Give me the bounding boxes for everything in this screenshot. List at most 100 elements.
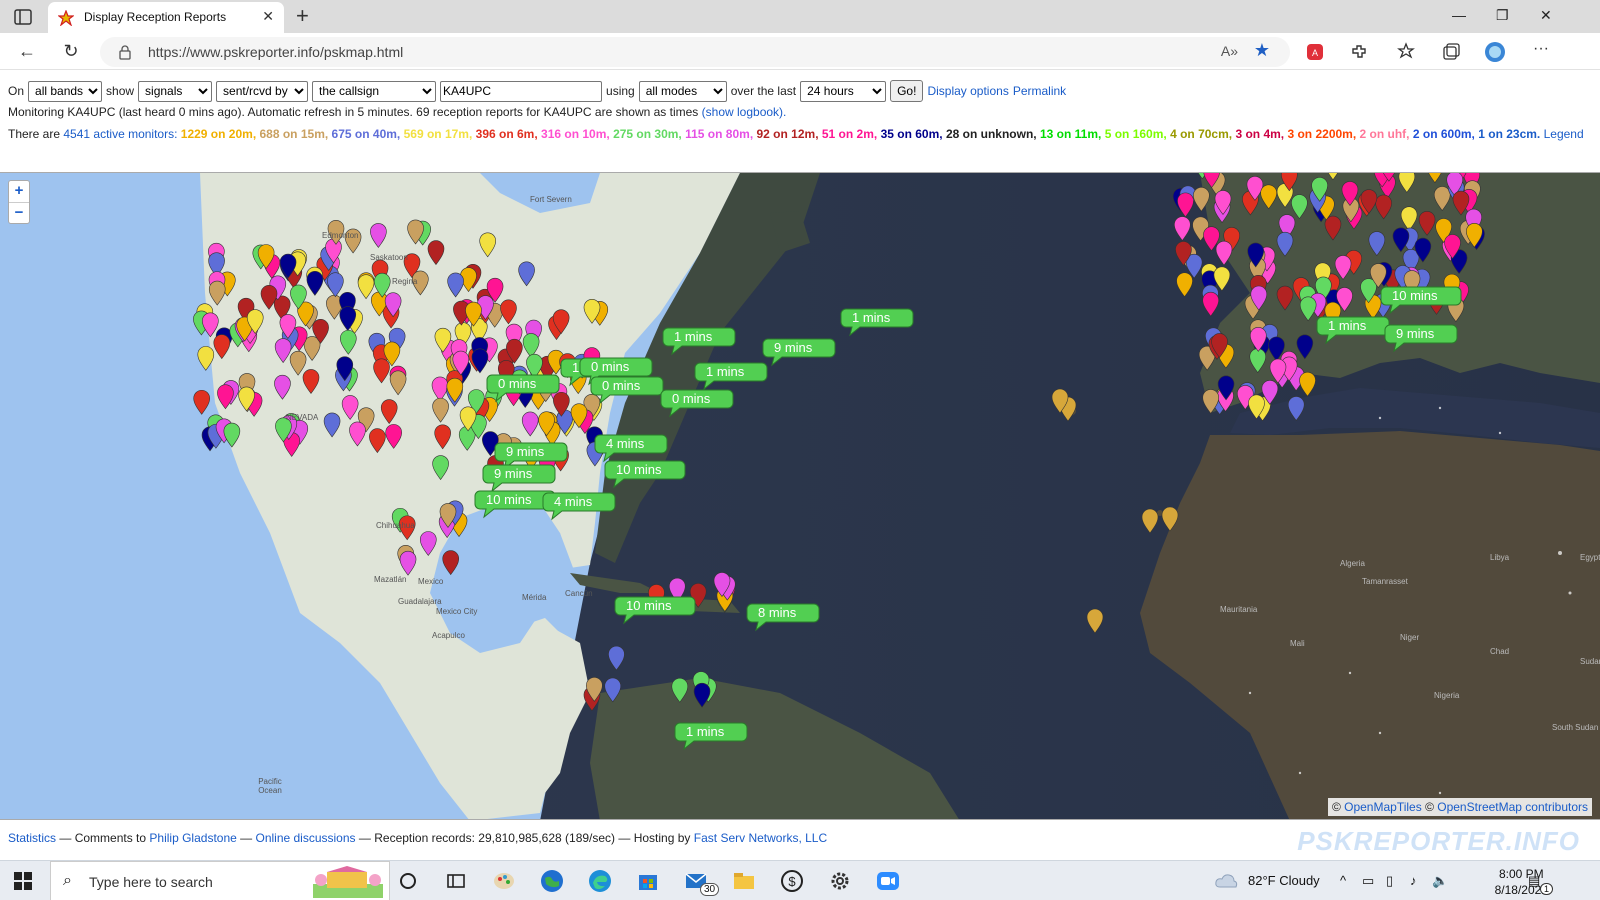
browser-toolbar: ← ↻ https://www.pskreporter.info/pskmap.… (0, 33, 1600, 70)
weather-text[interactable]: 82°F Cloudy (1248, 873, 1320, 888)
show-label: show (106, 84, 135, 98)
monitoring-status: Monitoring KA4UPC (last heard 0 mins ago… (8, 105, 786, 119)
band-count: 13 on 11m, (1039, 127, 1102, 141)
favorite-star-icon[interactable]: ★ (1254, 40, 1270, 61)
band-count: 35 on 60m, (880, 127, 943, 141)
time-label-text: 10 mins (616, 462, 662, 477)
band-count: 1229 on 20m, (180, 127, 257, 141)
cloudy-weather-icon (1215, 874, 1238, 888)
on-label: On (8, 84, 25, 98)
task-view-icon[interactable] (396, 869, 420, 893)
active-monitors-line: There are 4541 active monitors: 1229 on … (8, 124, 1593, 144)
extensions-icon[interactable] (1348, 41, 1370, 63)
pskreporter-favicon-icon (58, 10, 74, 26)
over-label: over the last (730, 84, 797, 98)
notifications-icon[interactable]: ▤ (1528, 873, 1540, 889)
network-icon[interactable]: ▭ (1362, 873, 1374, 889)
refresh-icon[interactable]: ↻ (58, 39, 84, 65)
tab-actions-icon[interactable] (12, 6, 34, 28)
microphone-icon[interactable]: ♪ (1410, 873, 1417, 888)
windows-start-icon[interactable] (14, 872, 32, 890)
profile-avatar-icon[interactable] (1484, 41, 1506, 63)
volume-icon[interactable]: 🔈 (1432, 873, 1448, 889)
dollar-app-icon[interactable]: $ (780, 869, 804, 893)
taskbar-search-box[interactable]: ⌕ Type here to search (50, 861, 390, 900)
settings-gear-icon[interactable] (828, 869, 852, 893)
minimize-icon[interactable]: — (1452, 7, 1466, 23)
period-select[interactable]: 24 hours (800, 80, 887, 102)
copyright-symbol: © (1425, 800, 1434, 814)
widgets-icon[interactable] (444, 869, 468, 893)
tab-close-icon[interactable]: ✕ (262, 8, 274, 25)
copyright-symbol: © (1331, 800, 1341, 814)
host-link[interactable]: Fast Serv Networks, LLC (694, 831, 827, 845)
back-icon[interactable]: ← (14, 39, 40, 65)
map-label-chad: Chad (1490, 647, 1510, 656)
browser-tab[interactable]: Display Reception Reports ✕ (48, 2, 284, 33)
search-placeholder: Type here to search (89, 874, 213, 890)
bands-select[interactable]: all bands (28, 80, 103, 102)
maximize-icon[interactable]: ❐ (1496, 7, 1509, 24)
time-label-text: 1 mins (1328, 318, 1367, 333)
favorites-icon[interactable] (1396, 41, 1418, 63)
edge-app-icon[interactable] (588, 869, 612, 893)
battery-icon[interactable]: ▯ (1386, 873, 1393, 889)
pdf-extension-icon[interactable]: A (1304, 41, 1326, 63)
store-app-icon[interactable] (636, 869, 660, 893)
show-logbook-link[interactable]: (show logbook). (702, 105, 787, 119)
openstreetmap-link[interactable]: OpenStreetMap contributors (1437, 800, 1588, 814)
time-label-text: 10 mins (1392, 288, 1438, 303)
address-bar[interactable]: https://www.pskreporter.info/pskmap.html… (100, 37, 1290, 67)
direction-select[interactable]: sent/rcvd by (216, 80, 309, 102)
paint-app-icon[interactable] (492, 869, 516, 893)
show-hidden-icons-icon[interactable]: ^ (1340, 873, 1346, 888)
legend-link[interactable]: Legend (1544, 127, 1584, 141)
statistics-link[interactable]: Statistics (8, 831, 56, 845)
go-button[interactable]: Go! (890, 80, 924, 102)
search-icon: ⌕ (63, 872, 72, 889)
time-label-text: 1 mins (674, 329, 713, 344)
band-count: 92 on 12m, (756, 127, 819, 141)
time-label-text: 0 mins (602, 378, 641, 393)
map-label-guadalajara: Guadalajara (398, 597, 442, 606)
permalink-link[interactable]: Permalink (1013, 84, 1066, 98)
zoom-in-button[interactable]: + (9, 181, 29, 202)
read-aloud-icon[interactable]: A» (1221, 43, 1238, 59)
time-label-text: 4 mins (606, 436, 645, 451)
time-label-text: 9 mins (774, 340, 813, 355)
browser-globe-app-icon[interactable] (540, 869, 564, 893)
band-count: 688 on 15m, (259, 127, 329, 141)
band-count: 2 on uhf, (1359, 127, 1410, 141)
zoom-out-button[interactable]: − (9, 202, 29, 223)
map-attribution: © OpenMapTiles © OpenStreetMap contribut… (1327, 798, 1592, 816)
display-options-link[interactable]: Display options (927, 84, 1008, 98)
online-discussions-link[interactable]: Online discussions (255, 831, 355, 845)
map-label-mexico-city: Mexico City (436, 607, 478, 616)
band-count: 3 on 4m, (1235, 127, 1285, 141)
time-label-text: 1 mins (852, 310, 891, 325)
file-explorer-icon[interactable] (732, 869, 756, 893)
page-footer: Statistics — Comments to Philip Gladston… (8, 831, 827, 845)
map-canvas[interactable]: 1 mins 1 mins 9 mins 0 mins 1 mins 0 mins 0 mi… (0, 173, 1600, 820)
band-count: 115 on 80m, (685, 127, 754, 141)
author-link[interactable]: Philip Gladstone (149, 831, 236, 845)
more-options-icon[interactable]: ··· (1528, 37, 1554, 63)
collections-icon[interactable] (1440, 41, 1462, 63)
new-tab-icon[interactable]: + (296, 3, 309, 29)
svg-text:$: $ (788, 874, 796, 889)
map-label-pacific: Pacific Ocean (258, 777, 282, 795)
close-window-icon[interactable]: ✕ (1540, 7, 1552, 24)
pskreporter-brand: PSKREPORTER.INFO (1297, 826, 1580, 856)
modes-select[interactable]: all modes (638, 80, 727, 102)
callsign-type-select[interactable]: the callsign (312, 80, 437, 102)
reception-map[interactable]: 1 mins 1 mins 9 mins 0 mins 1 mins 0 mins 0 mi… (0, 172, 1600, 820)
active-monitors-link[interactable]: 4541 active monitors: (63, 127, 177, 141)
zoom-app-icon[interactable] (876, 869, 900, 893)
openmaptiles-link[interactable]: OpenMapTiles (1344, 800, 1422, 814)
map-label-nevada: NEVADA (286, 413, 319, 422)
callsign-input[interactable] (440, 80, 603, 102)
band-count: 5 on 160m, (1104, 127, 1167, 141)
monitors-prefix: There are (8, 127, 61, 141)
show-select[interactable]: signals (138, 80, 213, 102)
band-count: 51 on 2m, (821, 127, 878, 141)
